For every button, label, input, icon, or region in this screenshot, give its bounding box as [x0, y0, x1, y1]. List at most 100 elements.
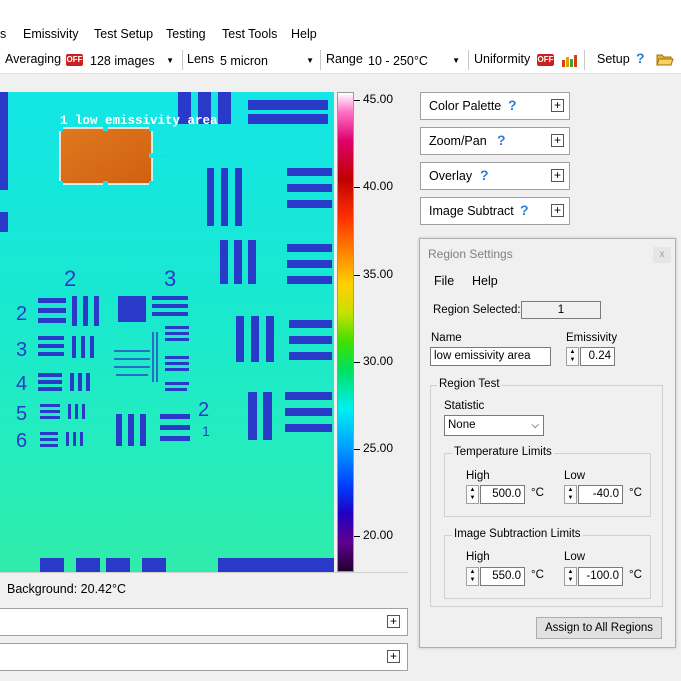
help-icon[interactable]: ? — [497, 132, 506, 148]
colorbar-tick — [354, 449, 360, 450]
chevron-down-icon: ▼ — [306, 56, 314, 65]
menu-item-help[interactable]: Help — [291, 27, 317, 41]
divider — [0, 572, 408, 573]
range-label: Range — [326, 52, 363, 66]
chevron-up-icon[interactable]: ▲ — [470, 569, 476, 575]
toolbar-divider — [320, 50, 321, 70]
chevron-down-icon[interactable]: ▼ — [470, 495, 476, 501]
expand-icon[interactable]: + — [551, 99, 564, 112]
region-settings-window: Region Settings x File Help Region Selec… — [419, 238, 676, 648]
toolbar-divider — [182, 50, 183, 70]
menu-item-file-partial[interactable]: s — [0, 27, 6, 41]
temp-low-stepper[interactable]: ▲ ▼ — [564, 485, 577, 504]
temperature-colorbar — [337, 92, 354, 572]
image-subtraction-limits-label: Image Subtraction Limits — [452, 528, 583, 540]
region-test-label: Region Test — [437, 378, 502, 390]
menu-item-emissivity[interactable]: Emissivity — [23, 27, 79, 41]
colorbar-tick — [354, 187, 360, 188]
menu-item-help[interactable]: Help — [472, 274, 498, 288]
region-overlay-label: 1 low emissivity area — [60, 114, 218, 128]
target-number: 5 — [16, 403, 27, 425]
sub-high-unit: °C — [531, 569, 544, 581]
temp-high-input[interactable]: 500.0 — [480, 485, 525, 504]
region-selected-label: Region Selected: — [433, 304, 521, 316]
uniformity-off-badge[interactable]: OFF — [537, 54, 554, 66]
menu-item-test-setup[interactable]: Test Setup — [94, 27, 153, 41]
region-box[interactable] — [59, 127, 153, 185]
expand-icon[interactable]: + — [387, 650, 400, 663]
collapsed-panel[interactable]: + — [0, 643, 408, 671]
chevron-down-icon[interactable]: ▼ — [470, 577, 476, 583]
range-select[interactable]: 10 - 250°C ▼ — [368, 51, 462, 71]
averaging-select-value: 128 images — [90, 54, 155, 68]
target-number: 2 — [64, 266, 76, 291]
toolbar-divider — [468, 50, 469, 70]
uniformity-chart-icon[interactable] — [561, 54, 577, 67]
chevron-down-icon[interactable]: ▼ — [570, 357, 576, 363]
menu-item-testing[interactable]: Testing — [166, 27, 206, 41]
sub-high-input[interactable]: 550.0 — [480, 567, 525, 586]
sub-low-label: Low — [564, 551, 586, 563]
colorbar-tick-label: 45.00 — [363, 92, 394, 106]
open-folder-icon[interactable] — [656, 52, 674, 67]
help-icon[interactable]: ? — [480, 167, 489, 183]
chevron-up-icon[interactable]: ▲ — [570, 349, 576, 355]
averaging-off-badge[interactable]: OFF — [66, 54, 83, 66]
assign-to-all-regions-button[interactable]: Assign to All Regions — [536, 617, 662, 639]
zoom-pan-label: Zoom/Pan — [429, 134, 487, 148]
averaging-label: Averaging — [5, 52, 62, 66]
temp-low-unit: °C — [629, 487, 642, 499]
target-number: 1 — [202, 423, 210, 439]
sub-low-input[interactable]: -100.0 — [578, 567, 623, 586]
chevron-up-icon[interactable]: ▲ — [568, 569, 574, 575]
help-icon[interactable]: ? — [520, 202, 529, 218]
temperature-limits-label: Temperature Limits — [452, 446, 554, 458]
region-selected-field: 1 — [521, 301, 601, 319]
collapsed-panel[interactable]: + — [0, 608, 408, 636]
color-palette-panel[interactable]: Color Palette ? + — [420, 92, 570, 120]
chevron-down-icon: ▼ — [452, 56, 460, 65]
expand-icon[interactable]: + — [551, 134, 564, 147]
temp-high-label: High — [466, 470, 490, 482]
chevron-up-icon[interactable]: ▲ — [470, 487, 476, 493]
chevron-down-icon[interactable]: ▼ — [568, 495, 574, 501]
overlay-panel[interactable]: Overlay ? + — [420, 162, 570, 190]
statistic-select[interactable]: None ⌵ — [444, 415, 544, 436]
expand-icon[interactable]: + — [387, 615, 400, 628]
colorbar-tick — [354, 362, 360, 363]
chevron-down-icon[interactable]: ▼ — [568, 577, 574, 583]
menu-item-file[interactable]: File — [434, 274, 454, 288]
averaging-select[interactable]: 128 images ▼ — [90, 51, 176, 71]
colorbar-tick-label: 40.00 — [363, 179, 394, 193]
menu-item-test-tools[interactable]: Test Tools — [222, 27, 277, 41]
target-number: 3 — [16, 339, 27, 361]
expand-icon[interactable]: + — [551, 204, 564, 217]
emissivity-stepper[interactable]: ▲ ▼ — [566, 347, 579, 366]
help-icon[interactable]: ? — [636, 50, 645, 66]
target-number: 2 — [198, 399, 209, 421]
expand-icon[interactable]: + — [551, 169, 564, 182]
uniformity-label: Uniformity — [474, 52, 531, 66]
name-input[interactable]: low emissivity area — [430, 347, 551, 366]
sub-low-stepper[interactable]: ▲ ▼ — [564, 567, 577, 586]
help-icon[interactable]: ? — [508, 97, 517, 113]
colorbar-tick — [354, 275, 360, 276]
colorbar-tick-label: 30.00 — [363, 354, 394, 368]
target-number: 3 — [164, 266, 176, 291]
temp-low-input[interactable]: -40.0 — [578, 485, 623, 504]
thermal-image[interactable]: 2 3 2 3 4 5 6 2 1 1 low emissivity area — [0, 92, 334, 572]
menu-bar: s Emissivity Test Setup Testing Test Too… — [0, 0, 681, 46]
temp-low-label: Low — [564, 470, 586, 482]
image-subtract-panel[interactable]: Image Subtract ? + — [420, 197, 570, 225]
close-icon[interactable]: x — [653, 247, 671, 263]
lens-select[interactable]: 5 micron ▼ — [220, 51, 316, 71]
chevron-up-icon[interactable]: ▲ — [568, 487, 574, 493]
emissivity-input[interactable]: 0.24 — [580, 347, 615, 366]
target-number: 6 — [16, 430, 27, 452]
background-status: Background: 20.42°C — [7, 582, 126, 596]
temp-high-stepper[interactable]: ▲ ▼ — [466, 485, 479, 504]
sub-high-stepper[interactable]: ▲ ▼ — [466, 567, 479, 586]
colorbar-tick-label: 35.00 — [363, 267, 394, 281]
zoom-pan-panel[interactable]: Zoom/Pan ? + — [420, 127, 570, 155]
image-subtract-label: Image Subtract — [429, 204, 514, 218]
